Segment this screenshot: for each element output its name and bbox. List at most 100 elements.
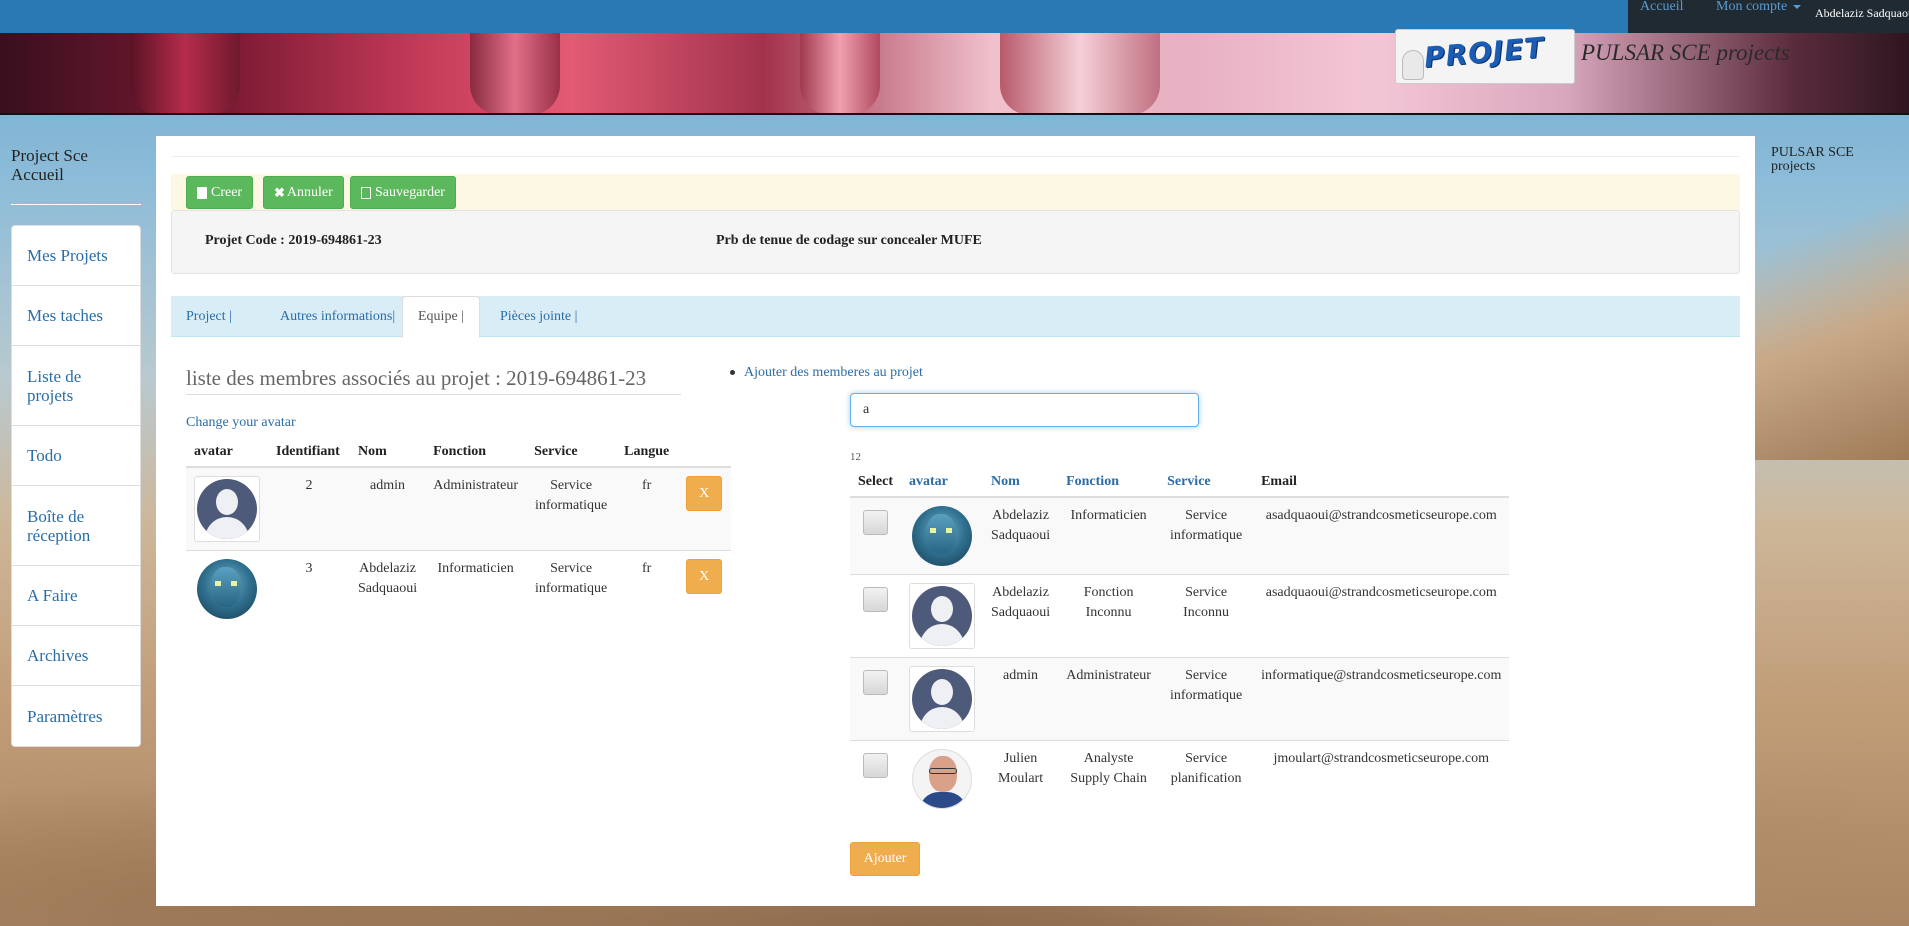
user-service: Service informatique — [1159, 496, 1254, 575]
sidebar-divider — [11, 204, 141, 205]
select-checkbox[interactable] — [862, 510, 888, 535]
project-logo: PROJET — [1395, 29, 1575, 84]
user-name: admin — [982, 657, 1059, 741]
member-function: Informaticien — [425, 550, 527, 627]
change-avatar-link[interactable]: Change your avatar — [186, 415, 296, 431]
banner-lipstick-2 — [470, 33, 560, 115]
tab-project[interactable]: Project | — [171, 296, 247, 337]
user-function: Informaticien — [1058, 496, 1160, 575]
top-navbar — [0, 0, 1909, 33]
member-lang: fr — [616, 550, 678, 627]
sidebar-item-parametres[interactable]: Paramètres — [12, 686, 140, 746]
col-avatar[interactable]: avatar — [900, 468, 983, 498]
user-service: Service informatique — [1159, 657, 1254, 741]
member-service: Service informatique — [526, 466, 617, 551]
col-fonction: Fonction — [425, 438, 527, 468]
user-name: Abdelaziz Sadquaoui — [982, 496, 1059, 575]
col-avatar: avatar — [186, 438, 268, 468]
logo-figure-icon — [1402, 50, 1424, 80]
save-button[interactable]: Sauvegarder — [350, 176, 456, 209]
add-button[interactable]: Ajouter — [850, 842, 920, 876]
tab-equipe[interactable]: Equipe | — [402, 296, 480, 338]
cancel-button[interactable]: ✖ Annuler — [263, 176, 344, 209]
user-function: Analyste Supply Chain — [1058, 740, 1160, 817]
main-divider — [171, 156, 1740, 157]
banner-bottom-border — [0, 113, 1909, 115]
create-button-label: Creer — [211, 184, 243, 200]
user-name: Julien Moulart — [982, 740, 1059, 817]
col-service: Service — [526, 438, 617, 468]
nav-account-dropdown[interactable]: Mon compte — [1716, 0, 1802, 14]
table-row: Abdelaziz Sadquaoui Informaticien Servic… — [850, 496, 1510, 575]
select-checkbox[interactable] — [862, 587, 888, 612]
project-info-box: Projet Code : 2019-694861-23 Prb de tenu… — [171, 210, 1740, 274]
user-service: Service Inconnu — [1159, 574, 1254, 658]
nav-user-name: Abdelaziz Sadquaoui — [1815, 6, 1909, 20]
user-name: Abdelaziz Sadquaoui — [982, 574, 1059, 658]
col-select: Select — [850, 468, 901, 498]
table-row: 2 admin Administrateur Service informati… — [186, 466, 732, 551]
project-code: Projet Code : 2019-694861-23 — [205, 233, 382, 248]
members-table: avatar Identifiant Nom Fonction Service … — [186, 438, 732, 627]
add-members-link[interactable]: Ajouter des memberes au projet — [730, 365, 923, 381]
col-action — [677, 438, 732, 468]
brand-title: PULSAR SCE projects — [1581, 40, 1790, 65]
user-email: asadquaoui@strandcosmeticseurope.com — [1253, 496, 1510, 575]
sidebar-item-a-faire[interactable]: A Faire — [12, 566, 140, 626]
sort-fonction-link[interactable]: Fonction — [1066, 474, 1119, 489]
sort-nom-link[interactable]: Nom — [991, 474, 1020, 489]
col-nom: Nom — [350, 438, 426, 468]
table-row: admin Administrateur Service informatiqu… — [850, 657, 1510, 741]
cancel-button-label: Annuler — [286, 184, 333, 200]
logo-text: PROJET — [1422, 30, 1546, 75]
users-table: Select avatar Nom Fonction Service Email… — [850, 468, 1510, 817]
user-function: Administrateur — [1058, 657, 1160, 741]
tab-autres-informations[interactable]: Autres informations| — [265, 296, 410, 337]
banner-lipstick-1 — [130, 33, 240, 115]
sidebar-menu: Mes Projets Mes taches Liste de projets … — [11, 225, 141, 747]
tab-pieces-jointe[interactable]: Pièces jointe | — [485, 296, 592, 337]
member-lang: fr — [616, 466, 678, 551]
sidebar-item-liste-projets[interactable]: Liste de projets — [12, 346, 140, 426]
avatar-photo — [197, 559, 257, 619]
col-identifiant: Identifiant — [268, 438, 350, 468]
sidebar-item-boite-reception[interactable]: Boîte de réception — [12, 486, 140, 566]
user-photo — [911, 749, 972, 809]
save-button-label: Sauvegarder — [375, 184, 445, 200]
remove-member-button[interactable]: X — [686, 476, 723, 511]
col-fonction[interactable]: Fonction — [1058, 468, 1160, 498]
nav-home-link[interactable]: Accueil — [1640, 0, 1684, 14]
member-service: Service informatique — [526, 550, 617, 627]
user-function: Fonction Inconnu — [1058, 574, 1160, 658]
member-function: Administrateur — [425, 466, 527, 551]
col-service[interactable]: Service — [1159, 468, 1254, 498]
sidebar-title: Project Sce Accueil — [11, 146, 88, 184]
sort-avatar-link[interactable]: avatar — [909, 474, 948, 489]
member-id: 2 — [268, 466, 350, 551]
table-row: Julien Moulart Analyste Supply Chain Ser… — [850, 740, 1510, 817]
user-email: informatique@strandcosmeticseurope.com — [1253, 657, 1510, 741]
col-email: Email — [1253, 468, 1510, 498]
sidebar-item-archives[interactable]: Archives — [12, 626, 140, 686]
select-checkbox[interactable] — [862, 670, 888, 695]
member-name: admin — [350, 466, 426, 551]
default-avatar — [194, 476, 260, 542]
banner-lipstick-3 — [800, 33, 880, 115]
members-title: liste des membres associés au projet : 2… — [186, 366, 647, 390]
avatar-photo — [911, 506, 972, 566]
select-checkbox[interactable] — [862, 753, 888, 778]
sidebar-item-todo[interactable]: Todo — [12, 426, 140, 486]
sidebar-item-mes-projets[interactable]: Mes Projets — [12, 226, 140, 286]
project-tabs: Project | Autres informations| Equipe | … — [171, 296, 1740, 338]
remove-member-button[interactable]: X — [686, 559, 723, 594]
member-search-input[interactable] — [850, 393, 1199, 427]
nav-account-label: Mon compte — [1716, 0, 1788, 14]
search-result-count: 12 — [850, 451, 861, 463]
create-button[interactable]: Creer — [186, 176, 254, 209]
project-description: Prb de tenue de codage sur concealer MUF… — [716, 233, 982, 248]
user-email: asadquaoui@strandcosmeticseurope.com — [1253, 574, 1510, 658]
sort-service-link[interactable]: Service — [1167, 474, 1211, 489]
main-panel: Creer ✖ Annuler Sauvegarder Projet Code :… — [156, 136, 1755, 906]
sidebar-item-mes-taches[interactable]: Mes taches — [12, 286, 140, 346]
col-nom[interactable]: Nom — [982, 468, 1059, 498]
